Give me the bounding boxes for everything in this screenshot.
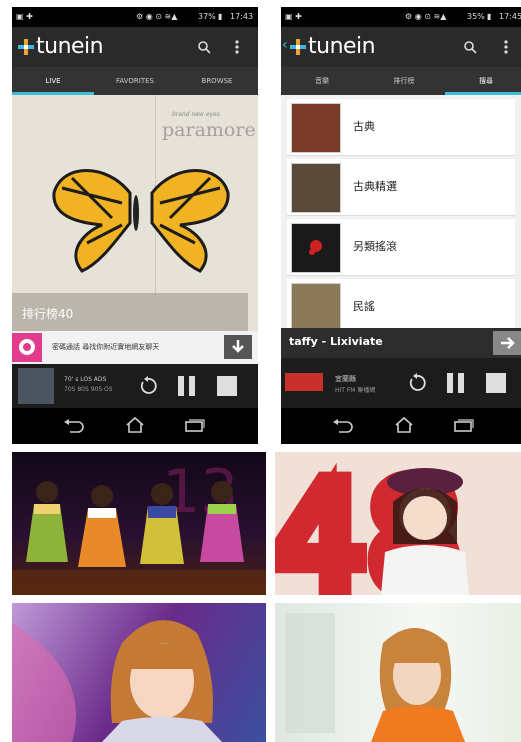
item-label: 另類搖滾 [353, 240, 397, 253]
back-icon[interactable] [333, 418, 353, 434]
list-item[interactable]: 古典 [287, 99, 515, 156]
item-thumbnail [291, 103, 341, 153]
list-item[interactable]: 古典精選 [287, 159, 515, 216]
left-phone-screen: ▣ ✚ ⚙ ◉ ⊙ ≋▲ 37% ▮ 17:43 tunein LIVE FAV… [12, 7, 258, 444]
list-item[interactable]: 另類搖滾 [287, 219, 515, 276]
download-icon[interactable] [224, 335, 252, 359]
tab-bar: LIVE FAVORITES BROWSE [12, 67, 258, 95]
home-icon[interactable] [125, 416, 145, 434]
tab-browse[interactable]: BROWSE [176, 67, 258, 95]
android-nav-bar [12, 408, 258, 444]
up-navigation-icon[interactable]: ‹ [282, 37, 288, 53]
list-item[interactable]: 民謠 [287, 279, 515, 328]
tunein-plus-icon [290, 39, 306, 55]
tab-music[interactable]: 音樂 [281, 67, 363, 95]
portrait-bob-hair-image [12, 620, 222, 742]
search-icon[interactable] [463, 40, 477, 54]
photo-portrait-singing [275, 603, 521, 742]
now-playing-bar[interactable]: 70' s LOS ADS 70S 80S 90S OS [12, 364, 258, 408]
replay-icon[interactable] [407, 373, 427, 393]
home-icon[interactable] [394, 416, 414, 434]
now-playing-line1: 宜蘭縣 [335, 375, 356, 383]
album-subtitle: brand new eyes [172, 111, 220, 118]
photo-stage-group: 13 [12, 452, 266, 595]
pause-icon[interactable] [176, 374, 198, 398]
battery-icon: ▮ [218, 12, 223, 21]
tab-live[interactable]: LIVE [12, 67, 94, 95]
search-icon[interactable] [197, 40, 211, 54]
portrait-orange-shirt-image [285, 613, 465, 742]
menu-icon[interactable] [234, 39, 240, 55]
right-phone-screen: ▣ ✚ ⚙ ◉ ⊙ ≋▲ 35% ▮ 17:45 ‹ tunein 音樂 排行榜… [281, 7, 521, 444]
stop-icon[interactable] [217, 376, 237, 396]
station-label: 排行榜40 [22, 307, 74, 321]
recent-apps-icon[interactable] [184, 419, 206, 433]
app-bar: ‹ tunein [281, 27, 521, 67]
genre-list: 古典 古典精選 另類搖滾 民謠 [281, 95, 521, 328]
now-playing-title: taffy - Lixiviate [289, 335, 383, 348]
notification-icon: ▣ ✚ [285, 12, 302, 21]
status-bar: ▣ ✚ ⚙ ◉ ⊙ ≋▲ 35% ▮ 17:45 [281, 7, 521, 27]
now-playing-title-bar[interactable]: taffy - Lixiviate [281, 328, 521, 358]
tab-favorites[interactable]: FAVORITES [94, 67, 176, 95]
android-nav-bar [281, 408, 521, 444]
butterfly-body [133, 195, 139, 231]
stage-performers-image: 13 [12, 457, 266, 595]
replay-icon[interactable] [138, 376, 158, 396]
butterfly-right-wing [150, 169, 230, 273]
forward-icon[interactable] [493, 331, 521, 355]
now-playing-bar[interactable]: 宜蘭縣 HIT FM 聯播網 [281, 358, 521, 408]
station-logo [285, 373, 323, 391]
clock: 17:43 [230, 12, 254, 21]
recent-apps-icon[interactable] [453, 419, 475, 433]
now-playing-line2: HIT FM 聯播網 [335, 387, 376, 394]
ad-text: 密碼通話 尋找你附近實地網友聊天 [52, 343, 160, 351]
battery-icon: ▮ [487, 12, 492, 21]
band-name: paramore [162, 119, 256, 141]
status-icons: ⚙ ◉ ⊙ ≋▲ [405, 12, 447, 21]
item-label: 民謠 [353, 300, 375, 313]
now-playing-line1: 70' s LOS ADS [64, 376, 107, 383]
tab-search[interactable]: 搜尋 [445, 67, 521, 95]
album-art[interactable]: brand new eyes paramore 排行榜40 [12, 95, 258, 331]
item-thumbnail [291, 223, 341, 273]
item-thumbnail [291, 163, 341, 213]
pause-icon[interactable] [445, 371, 467, 395]
tab-bar: 音樂 排行榜 搜尋 [281, 67, 521, 95]
item-label: 古典 [353, 120, 375, 133]
notification-icon: ▣ ✚ [16, 12, 33, 21]
app-bar: tunein [12, 27, 258, 67]
app-logo: tunein [36, 34, 104, 59]
back-icon[interactable] [64, 418, 84, 434]
tunein-plus-icon [18, 39, 34, 55]
stop-icon[interactable] [486, 373, 506, 393]
clock: 17:45 [499, 12, 521, 21]
photo-portrait-red: 48 [275, 452, 521, 595]
now-playing-thumbnail [18, 368, 54, 404]
tab-charts[interactable]: 排行榜 [363, 67, 445, 95]
status-icons: ⚙ ◉ ⊙ ≋▲ [136, 12, 178, 21]
now-playing-line2: 70S 80S 90S OS [64, 386, 113, 393]
photo-portrait-purple [12, 603, 266, 742]
item-thumbnail [291, 283, 341, 328]
app-logo: tunein [308, 34, 376, 59]
portrait-with-numbers-image: 48 [275, 452, 471, 595]
ad-banner[interactable]: 密碼通話 尋找你附近實地網友聊天 [12, 331, 258, 364]
battery-text: 37% [198, 12, 216, 21]
item-label: 古典精選 [353, 180, 397, 193]
butterfly-left-wing [52, 169, 132, 273]
menu-icon[interactable] [503, 39, 509, 55]
status-bar: ▣ ✚ ⚙ ◉ ⊙ ≋▲ 37% ▮ 17:43 [12, 7, 258, 27]
battery-text: 35% [467, 12, 485, 21]
ad-logo [12, 333, 42, 362]
